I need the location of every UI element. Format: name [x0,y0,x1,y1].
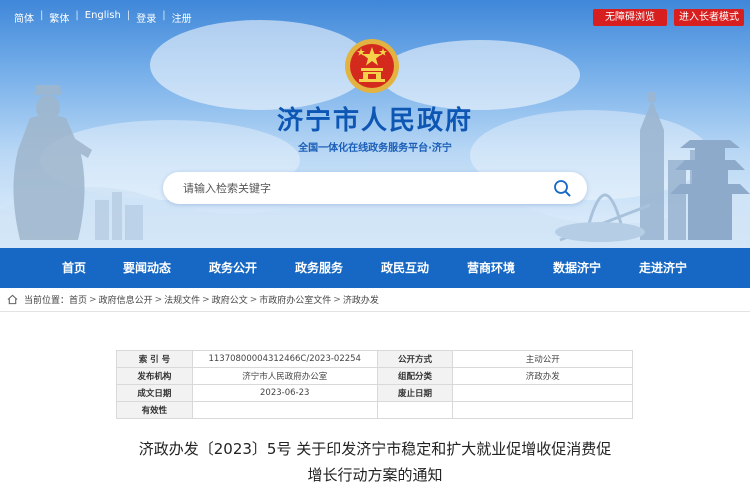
table-row: 索 引 号 11370800004312466C/2023-02254 公开方式… [116,350,633,368]
search-box [163,172,587,204]
link-login[interactable]: 登录 [130,10,162,25]
elderly-mode-button[interactable]: 进入长者模式 [674,9,744,26]
meta-value: 2023-06-23 [191,384,378,402]
nav-item-interaction[interactable]: 政民互动 [373,248,437,288]
breadcrumb-item[interactable]: 市政府办公室文件 [259,293,331,306]
breadcrumb-separator: > [154,294,163,305]
table-row: 有效性 [116,401,633,419]
table-row: 成文日期 2023-06-23 废止日期 [116,384,633,402]
link-english[interactable]: English [79,10,127,25]
link-traditional[interactable]: 繁体 [43,10,75,25]
meta-label: 公开方式 [376,350,454,368]
breadcrumb-separator: > [249,294,258,305]
breadcrumb-item[interactable]: 济政办发 [343,293,379,306]
table-row: 发布机构 济宁市人民政府办公室 组配分类 济政办发 [116,367,633,385]
link-simplified[interactable]: 简体 [8,10,40,25]
site-subtitle: 全国一体化在线政务服务平台·济宁 [298,143,452,154]
document-title: 济政办发〔2023〕5号 关于印发济宁市稳定和扩大就业促增收促消费促 增长行动方… [90,436,660,488]
breadcrumb-separator: > [333,294,341,305]
meta-label: 有效性 [116,401,193,419]
accessibility-button[interactable]: 无障碍浏览 [593,9,667,26]
meta-label: 索 引 号 [116,350,193,368]
breadcrumb-item[interactable]: 政府公文 [212,293,248,306]
meta-label: 成文日期 [116,384,193,402]
separator: | [162,10,166,21]
breadcrumb-item[interactable]: 法规文件 [164,293,200,306]
meta-value: 11370800004312466C/2023-02254 [191,350,378,368]
meta-label: 组配分类 [376,367,454,385]
separator: | [40,10,44,21]
document-title-line: 济政办发〔2023〕5号 关于印发济宁市稳定和扩大就业促增收促消费促 [138,440,612,458]
meta-value: 济政办发 [452,367,633,385]
nav-item-news[interactable]: 要闻动态 [115,248,179,288]
link-register[interactable]: 注册 [166,10,198,25]
site-title: 济宁市人民政府 [276,106,473,136]
meta-value [452,384,633,402]
meta-value: 济宁市人民政府办公室 [191,367,378,385]
breadcrumb-prefix: 当前位置： [24,296,70,306]
meta-value [376,401,454,419]
meta-value: 主动公开 [452,350,633,368]
breadcrumb-separator: > [89,294,97,305]
separator: | [75,10,79,21]
breadcrumb-item[interactable]: 首页 [69,293,87,306]
meta-value [452,401,633,419]
breadcrumb: 当前位置： 首页 > 政府信息公开 > 法规文件 > 政府公文 > 市政府办公室… [0,288,750,312]
nav-item-about[interactable]: 走进济宁 [631,248,695,288]
meta-value [191,401,378,419]
main-nav: 首页 要闻动态 政务公开 政务服务 政民互动 营商环境 数据济宁 走进济宁 [0,248,750,288]
document-meta-table: 索 引 号 11370800004312466C/2023-02254 公开方式… [116,350,633,419]
breadcrumb-item[interactable]: 政府信息公开 [99,293,153,306]
top-links: 简体 | 繁体 | English | 登录 | 注册 [8,10,198,25]
search-input[interactable] [183,179,543,197]
nav-item-gov-affairs[interactable]: 政务公开 [201,248,265,288]
separator: | [126,10,131,21]
nav-item-services[interactable]: 政务服务 [287,248,351,288]
breadcrumb-separator: > [202,294,210,305]
search-icon[interactable] [553,179,571,197]
nav-item-home[interactable]: 首页 [45,248,103,288]
meta-label: 废止日期 [376,384,454,402]
nav-item-data[interactable]: 数据济宁 [545,248,609,288]
nav-item-business[interactable]: 营商环境 [459,248,523,288]
home-icon [7,294,18,305]
meta-label: 发布机构 [116,367,193,385]
national-emblem-icon [345,39,399,93]
document-title-line: 增长行动方案的通知 [307,466,443,484]
